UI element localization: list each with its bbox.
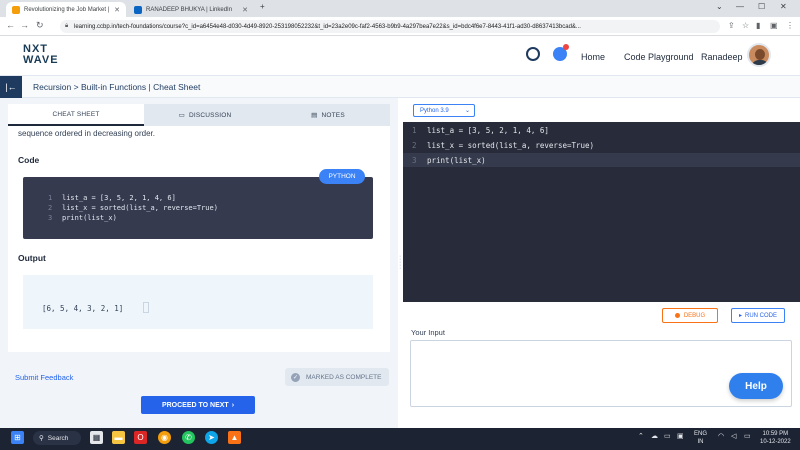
notes-icon: ▤ bbox=[311, 112, 318, 119]
tab-discussion-label: DISCUSSION bbox=[188, 111, 232, 119]
notification-dot-icon bbox=[563, 44, 569, 50]
close-tab-icon[interactable]: ✕ bbox=[110, 6, 120, 14]
description-text: sequence ordered in decreasing order. bbox=[18, 129, 155, 138]
proceed-next-button[interactable]: PROCEED TO NEXT › bbox=[141, 396, 255, 414]
check-icon: ✓ bbox=[291, 372, 300, 382]
run-code-button[interactable]: ▸ RUN CODE bbox=[731, 308, 785, 323]
volume-icon[interactable]: ◁ bbox=[731, 432, 736, 440]
language-select-value: Python 3.9 bbox=[420, 107, 449, 114]
chrome-icon[interactable]: ◉ bbox=[158, 431, 171, 444]
tab-discussion[interactable]: ▭ DISCUSSION bbox=[144, 104, 266, 126]
tab-notes[interactable]: ▤ NOTES bbox=[266, 104, 390, 126]
office-icon[interactable]: O bbox=[134, 431, 147, 444]
menu-dots-icon[interactable]: ⋮ bbox=[786, 21, 794, 30]
debug-button[interactable]: DEBUG bbox=[662, 308, 718, 323]
windows-start-icon[interactable]: ⊞ bbox=[11, 431, 24, 444]
forward-icon[interactable]: → bbox=[20, 20, 29, 30]
lock-icon: 🔒︎ bbox=[65, 23, 69, 29]
output-text: [6, 5, 4, 3, 2, 1] bbox=[42, 304, 124, 313]
taskbar-search[interactable]: ⚲ Search bbox=[33, 431, 81, 445]
user-name[interactable]: Ranadeep bbox=[701, 52, 743, 62]
text-cursor-icon bbox=[143, 302, 149, 313]
system-clock[interactable]: 10:59 PM 10-12-2022 bbox=[760, 430, 791, 446]
run-code-label: RUN CODE bbox=[745, 312, 778, 319]
output-block bbox=[23, 275, 373, 329]
minimize-icon[interactable]: — bbox=[736, 2, 744, 11]
debug-dot-icon bbox=[674, 313, 680, 318]
cloud-icon[interactable]: ☁ bbox=[651, 432, 658, 440]
chevron-right-icon: › bbox=[231, 401, 235, 409]
search-icon: ⚲ bbox=[39, 435, 44, 442]
whatsapp-icon[interactable]: ✆ bbox=[182, 431, 195, 444]
avatar[interactable] bbox=[747, 43, 771, 67]
code-line: 1 list_a = [3, 5, 2, 1, 4, 6] bbox=[48, 194, 176, 202]
network-icon[interactable]: ▭ bbox=[664, 432, 671, 440]
browser-tab-linkedin[interactable]: RANADEEP BHUKYA | LinkedIn ✕ bbox=[128, 2, 254, 17]
editor-line[interactable]: 2 list_x = sorted(list_a, reverse=True) bbox=[412, 141, 594, 150]
tab-search-icon[interactable]: ⌄ bbox=[716, 2, 723, 11]
close-tab-icon[interactable]: ✕ bbox=[238, 6, 248, 14]
sidebar-toggle-icon[interactable]: |← bbox=[0, 76, 22, 98]
your-input-label: Your Input bbox=[411, 328, 445, 337]
photos-icon[interactable]: ▣ bbox=[677, 432, 684, 440]
play-icon: ▸ bbox=[738, 313, 742, 319]
code-line: 3 print(list_x) bbox=[48, 214, 117, 222]
chevron-down-icon: ⌄ bbox=[464, 108, 470, 114]
taskbar-search-label: Search bbox=[47, 434, 69, 442]
maximize-icon[interactable]: ☐ bbox=[758, 2, 765, 11]
file-explorer-icon[interactable]: ▬ bbox=[112, 431, 125, 444]
streak-timer-icon[interactable] bbox=[526, 47, 540, 61]
url-text: learning.ccbp.in/tech-foundations/course… bbox=[74, 23, 581, 30]
language-indicator[interactable]: ENG IN bbox=[694, 430, 707, 446]
marked-complete-button[interactable]: ✓ MARKED AS COMPLETE bbox=[285, 368, 389, 386]
tray-chevron-icon[interactable]: ⌃ bbox=[638, 432, 644, 440]
bookmark-star-icon[interactable]: ☆ bbox=[742, 21, 749, 30]
back-icon[interactable]: ← bbox=[6, 20, 15, 30]
editor-line[interactable]: 3 print(list_x) bbox=[412, 156, 486, 165]
submit-feedback-link[interactable]: Submit Feedback bbox=[15, 373, 73, 382]
editor-line[interactable]: 1 list_a = [3, 5, 2, 1, 4, 6] bbox=[412, 126, 549, 135]
clock-date: 10-12-2022 bbox=[760, 439, 791, 445]
help-button[interactable]: Help bbox=[729, 373, 783, 399]
avatar-face bbox=[755, 49, 765, 60]
code-heading: Code bbox=[18, 155, 40, 165]
vlc-icon[interactable]: ▲ bbox=[228, 431, 241, 444]
code-playground-link[interactable]: Code Playground bbox=[624, 52, 694, 62]
reload-icon[interactable]: ↻ bbox=[36, 20, 44, 31]
clock-time: 10:59 PM bbox=[762, 431, 789, 437]
breadcrumb: Recursion > Built-in Functions | Cheat S… bbox=[33, 82, 201, 92]
new-tab-button[interactable]: + bbox=[260, 2, 265, 11]
share-icon[interactable]: ⇪ bbox=[728, 21, 735, 30]
discussion-icon: ▭ bbox=[178, 112, 185, 119]
drag-handle-icon[interactable]: · · · · · bbox=[399, 253, 401, 272]
code-line: 2 list_x = sorted(list_a, reverse=True) bbox=[48, 204, 218, 212]
task-view-icon[interactable]: ▦ bbox=[90, 431, 103, 444]
close-window-icon[interactable]: ✕ bbox=[780, 2, 787, 11]
output-heading: Output bbox=[18, 253, 46, 263]
language-badge: PYTHON bbox=[319, 169, 365, 184]
proceed-label: PROCEED TO NEXT bbox=[161, 401, 229, 409]
sidebar-icon[interactable]: ▮ bbox=[756, 21, 760, 30]
language-select[interactable]: Python 3.9 ⌄ bbox=[413, 104, 475, 117]
battery-icon[interactable]: ▭ bbox=[744, 432, 751, 440]
language-line1: ENG bbox=[694, 431, 708, 437]
tab-notes-label: NOTES bbox=[321, 111, 345, 119]
browser-tab-label: Revolutionizing the Job Market | bbox=[24, 6, 110, 13]
marked-complete-label: MARKED AS COMPLETE bbox=[306, 373, 382, 381]
telegram-icon[interactable]: ➤ bbox=[205, 431, 218, 444]
browser-tab-active[interactable]: Revolutionizing the Job Market | ✕ bbox=[6, 2, 126, 17]
url-input[interactable]: 🔒︎ learning.ccbp.in/tech-foundations/cou… bbox=[60, 20, 720, 33]
home-link[interactable]: Home bbox=[581, 52, 605, 62]
extensions-icon[interactable]: ▣ bbox=[770, 21, 778, 30]
wifi-icon[interactable]: ◠ bbox=[718, 432, 724, 440]
linkedin-favicon-icon bbox=[134, 5, 142, 14]
browser-tab-label: RANADEEP BHUKYA | LinkedIn bbox=[146, 6, 233, 13]
logo-text-bottom[interactable]: WAVE bbox=[23, 55, 59, 66]
tab-cheat-sheet[interactable]: CHEAT SHEET bbox=[8, 104, 144, 126]
language-line2: IN bbox=[697, 439, 704, 445]
site-favicon-icon bbox=[12, 5, 20, 14]
debug-label: DEBUG bbox=[683, 312, 706, 319]
